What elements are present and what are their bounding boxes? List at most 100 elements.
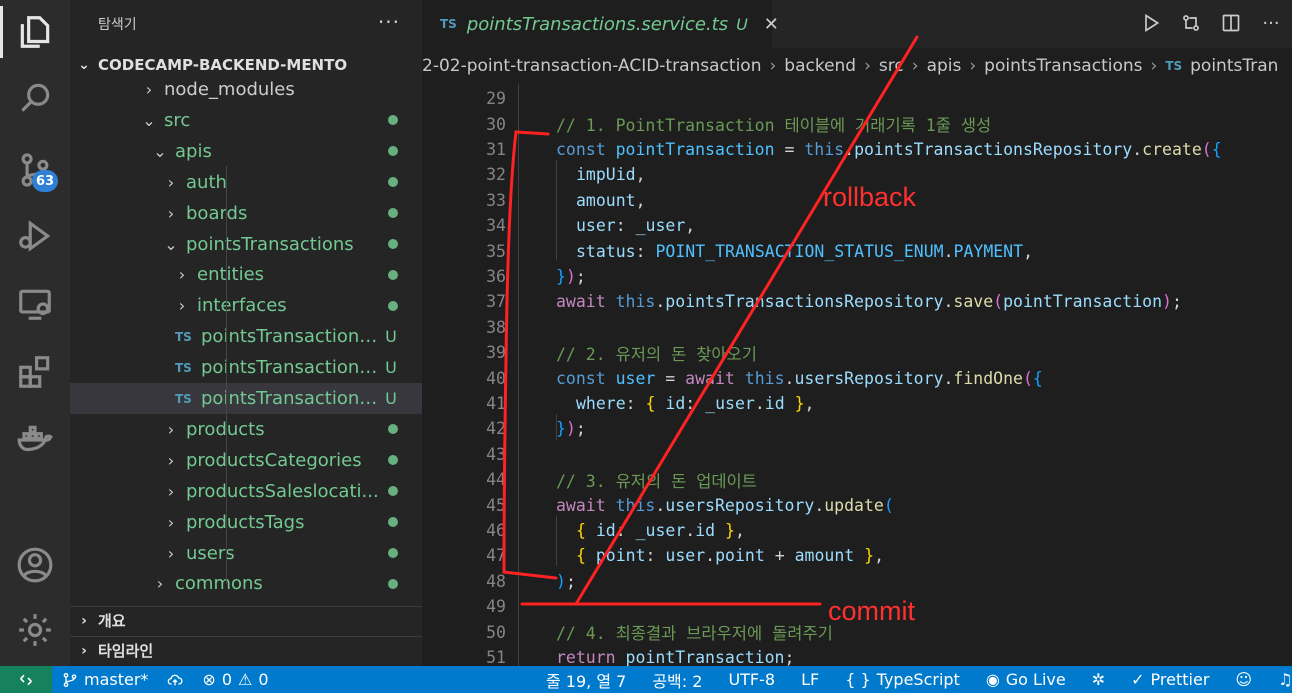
tree-item[interactable]: TS pointsTransactions.... U	[70, 352, 422, 383]
play-icon	[1145, 13, 1160, 33]
line-number: 41	[486, 393, 506, 413]
tree-item[interactable]: › boards	[70, 198, 422, 229]
code-token: point	[595, 546, 646, 566]
tree-item[interactable]: › node_modules	[70, 74, 422, 105]
more-editor-actions[interactable]: ···	[1258, 8, 1284, 38]
breadcrumb-item[interactable]: backend	[784, 56, 856, 76]
code-token: POINT_TRANSACTION_STATUS_ENUM	[655, 241, 944, 261]
timeline-section[interactable]: › 타임라인	[70, 636, 422, 664]
tree-item[interactable]: › entities	[70, 259, 422, 290]
tree-item[interactable]: ⌄ src	[70, 105, 422, 136]
code-token: ;	[575, 419, 586, 439]
chevron-down-icon: ⌄	[142, 110, 156, 130]
breadcrumb-item[interactable]: pointsTran	[1190, 56, 1278, 76]
breadcrumb-item[interactable]: src	[879, 56, 904, 76]
cursor-position[interactable]: 줄 19, 열 7	[546, 668, 626, 692]
tree-item[interactable]: › users	[70, 538, 422, 569]
compare-button[interactable]	[1178, 8, 1204, 38]
tree-item[interactable]: › products	[70, 414, 422, 445]
outline-section[interactable]: › 개요	[70, 606, 422, 634]
accounts-button[interactable]	[0, 535, 70, 595]
notifications-button[interactable]: ♫	[1278, 670, 1292, 689]
problems-status[interactable]: ⊗ 0 ⚠ 0	[202, 670, 268, 689]
line-number: 51	[486, 647, 506, 666]
extensions-button[interactable]	[0, 342, 70, 402]
close-icon[interactable]: ✕	[764, 14, 779, 35]
line-number: 50	[486, 622, 506, 642]
code-line: 51 return pointTransaction;	[422, 645, 1282, 666]
code-token: ;	[1171, 292, 1182, 312]
manage-button[interactable]	[0, 600, 70, 660]
encoding[interactable]: UTF-8	[728, 670, 775, 689]
end-of-line[interactable]: LF	[801, 670, 819, 689]
code-line: 47{ point: user.point + amount },	[422, 543, 1282, 568]
branch-status[interactable]: master*	[62, 670, 148, 689]
code-token: (	[883, 495, 894, 515]
explorer-button[interactable]	[0, 2, 70, 62]
feedback-button[interactable]: ☺	[1235, 670, 1252, 689]
code-token: .	[814, 495, 825, 515]
git-modified-dot	[388, 300, 398, 311]
tree-item[interactable]: › productsCategories	[70, 445, 422, 476]
code-text: const pointTransaction = this.pointsTran…	[556, 140, 1222, 159]
more-actions-icon[interactable]: ···	[378, 10, 400, 34]
remote-indicator[interactable]	[0, 666, 52, 693]
breadcrumb-separator: ›	[1150, 56, 1158, 76]
tree-item[interactable]: ⌄ apis	[70, 136, 422, 167]
breadcrumb-item[interactable]: 2-02-point-transaction-ACID-transaction	[422, 56, 761, 76]
tree-item[interactable]: › productsSaleslocati...	[70, 476, 422, 507]
split-editor-icon	[1222, 14, 1240, 32]
code-editor[interactable]: 29 30 // 1. PointTransaction 테이블에 거래기록 1줄 …	[422, 84, 1292, 666]
tree-item[interactable]: › productsTags	[70, 507, 422, 538]
code-line: 30 // 1. PointTransaction 테이블에 거래기록 1줄 생성	[422, 111, 1282, 136]
source-control-button[interactable]	[0, 140, 70, 200]
breadcrumb-separator: ›	[911, 56, 919, 76]
breadcrumb-item[interactable]: apis	[927, 56, 962, 76]
copilot-status[interactable]: ✲	[1092, 670, 1105, 689]
tree-item[interactable]: › commons	[70, 568, 422, 599]
run-debug-button[interactable]	[0, 206, 70, 266]
status-bar: master* ⊗ 0 ⚠ 0 줄 19, 열 7 공백: 2 UTF-8 LF…	[0, 666, 1292, 693]
code-text: impUid,	[576, 165, 646, 184]
code-token: usersRepository	[665, 495, 815, 515]
go-live-button[interactable]: ◉ Go Live	[986, 670, 1066, 689]
code-line: 29	[422, 86, 1282, 111]
tree-item[interactable]: TS pointsTransactions.... U	[70, 321, 422, 352]
code-indent-guide	[556, 414, 557, 440]
chevron-right-icon: ›	[145, 80, 153, 99]
breadcrumb-item[interactable]: pointsTransactions	[984, 56, 1142, 76]
language-label: TypeScript	[876, 670, 960, 689]
tree-item[interactable]: ⌄ pointsTransactions	[70, 229, 422, 260]
indentation[interactable]: 공백: 2	[652, 668, 702, 692]
code-token: _user	[705, 393, 755, 413]
remote-explorer-button[interactable]	[0, 274, 70, 334]
error-icon: ⊗	[202, 670, 216, 689]
tree-item[interactable]: › auth	[70, 167, 422, 198]
split-editor-button[interactable]	[1218, 8, 1244, 38]
code-line: 38	[422, 315, 1282, 340]
search-button[interactable]	[0, 68, 70, 128]
explorer-sidebar: 탐색기 ··· ⌄ CODECAMP-BACKEND-MENTO › node_m…	[70, 0, 422, 666]
prettier-status[interactable]: ✓ Prettier	[1131, 670, 1209, 689]
chevron-right-icon: ›	[81, 642, 87, 659]
docker-button[interactable]	[0, 410, 70, 470]
sync-button[interactable]	[166, 672, 184, 688]
code-token: pointTransaction	[615, 139, 775, 159]
code-text: { id: _user.id },	[576, 521, 745, 540]
outline-label: 개요	[98, 612, 126, 630]
code-token: _user	[635, 216, 686, 236]
code-token: user	[615, 368, 656, 388]
tree-item[interactable]: › interfaces	[70, 290, 422, 321]
tree-item[interactable]: TS pointsTransactions.... U	[70, 383, 422, 414]
code-token: {	[1211, 139, 1222, 159]
tab-points-transactions-service[interactable]: TS pointsTransactions.service.ts U ✕	[422, 0, 779, 48]
code-text: const user = await this.usersRepository.…	[556, 369, 1043, 388]
warning-count: 0	[258, 670, 269, 689]
git-modified-dot	[388, 239, 398, 249]
run-button[interactable]	[1138, 8, 1164, 38]
language-mode[interactable]: { } TypeScript	[845, 670, 960, 689]
code-token: ,	[635, 165, 646, 185]
source-control-badge: 63	[32, 170, 59, 192]
git-modified-dot	[388, 115, 398, 126]
code-text: // 1. PointTransaction 테이블에 거래기록 1줄 생성	[556, 112, 991, 136]
